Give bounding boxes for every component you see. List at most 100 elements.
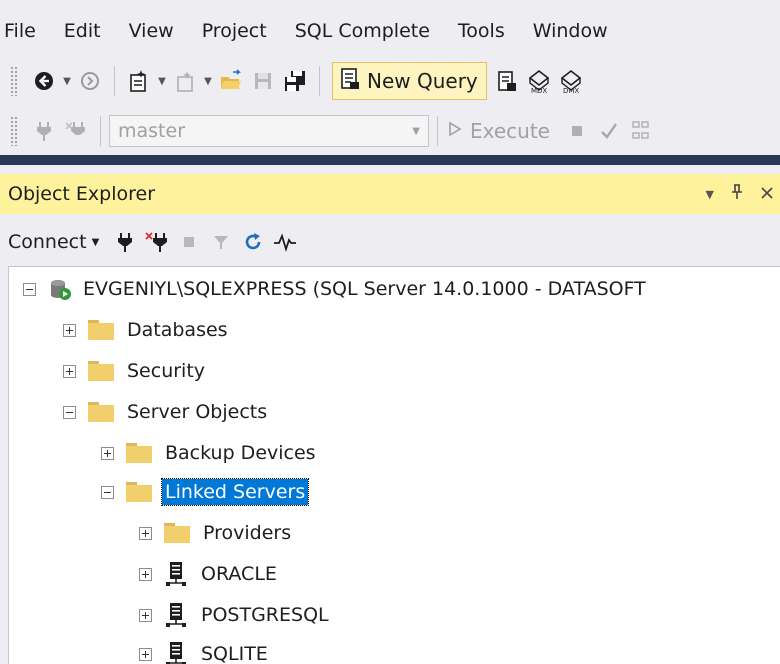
- menu-view[interactable]: View: [115, 11, 188, 51]
- expand-icon[interactable]: [63, 364, 76, 378]
- tree-node-sqlite[interactable]: SQLITE: [139, 637, 271, 664]
- tree-node-server[interactable]: EVGENIYL\SQLEXPRESS (SQL Server 14.0.100…: [23, 272, 649, 306]
- tree-node-oracle[interactable]: ORACLE: [139, 557, 280, 591]
- postgresql-label: POSTGRESQL: [201, 604, 329, 626]
- menu-bar: File Edit View Project SQL Complete Tool…: [0, 0, 780, 62]
- panel-controls: ▼: [706, 183, 774, 206]
- add-item-dropdown-icon[interactable]: ▼: [201, 68, 215, 94]
- tree-node-linked-servers[interactable]: Linked Servers: [101, 475, 310, 509]
- folder-icon: [126, 443, 152, 463]
- svg-text:DMX: DMX: [563, 87, 579, 94]
- providers-label: Providers: [203, 522, 292, 544]
- disconnect-icon[interactable]: [144, 229, 170, 255]
- menu-tools[interactable]: Tools: [444, 11, 519, 51]
- tree-node-providers[interactable]: Providers: [139, 516, 294, 550]
- expand-icon[interactable]: [139, 647, 152, 661]
- tree-node-postgresql[interactable]: POSTGRESQL: [139, 598, 332, 632]
- collapse-icon[interactable]: [101, 485, 114, 499]
- tree-node-security[interactable]: Security: [63, 354, 208, 388]
- menu-edit[interactable]: Edit: [50, 11, 115, 51]
- execute-label: Execute: [470, 119, 550, 143]
- back-dropdown-icon[interactable]: ▼: [60, 68, 74, 94]
- sqlite-label: SQLITE: [201, 643, 268, 664]
- folder-icon: [88, 320, 114, 340]
- expand-icon[interactable]: [63, 323, 76, 337]
- expand-icon[interactable]: [139, 567, 152, 581]
- collapse-icon[interactable]: [63, 405, 76, 419]
- backup-devices-label: Backup Devices: [165, 442, 316, 464]
- connect-label: Connect: [8, 231, 87, 253]
- toolbar-separator: [437, 116, 438, 146]
- svg-text:MDX: MDX: [531, 87, 547, 94]
- menu-sql-complete[interactable]: SQL Complete: [281, 11, 444, 51]
- play-icon: [448, 120, 462, 142]
- menu-window[interactable]: Window: [519, 11, 622, 51]
- available-databases-select[interactable]: master ▼: [109, 115, 429, 147]
- mdx-query-icon[interactable]: MDX: [526, 68, 552, 94]
- object-explorer-tree: EVGENIYL\SQLEXPRESS (SQL Server 14.0.100…: [8, 266, 780, 664]
- new-query-icon: [339, 67, 361, 96]
- expand-icon[interactable]: [139, 608, 152, 622]
- add-item-icon[interactable]: [172, 68, 198, 94]
- toolbar-separator: [114, 66, 115, 96]
- new-query-button[interactable]: New Query: [332, 62, 487, 100]
- linked-server-icon: [164, 561, 188, 587]
- parse-check-icon[interactable]: [596, 118, 622, 144]
- change-connection-icon[interactable]: [63, 118, 89, 144]
- new-project-dropdown-icon[interactable]: ▼: [155, 68, 169, 94]
- menu-project[interactable]: Project: [188, 11, 281, 51]
- toolbar-separator: [100, 116, 101, 146]
- dmx-query-icon[interactable]: DMX: [558, 68, 584, 94]
- stop-icon[interactable]: [176, 229, 202, 255]
- back-icon[interactable]: [31, 68, 57, 94]
- toolbar-separator: [319, 66, 320, 96]
- expand-icon[interactable]: [139, 526, 152, 540]
- refresh-icon[interactable]: [240, 229, 266, 255]
- toolbar-grip[interactable]: [10, 116, 18, 146]
- pin-icon[interactable]: [730, 183, 744, 206]
- panel-title: Object Explorer: [8, 183, 156, 205]
- new-query-label: New Query: [367, 69, 478, 93]
- chevron-down-icon: ▼: [91, 236, 100, 248]
- database-engine-query-icon[interactable]: [494, 68, 520, 94]
- connect-plug-icon[interactable]: [31, 118, 57, 144]
- connect-button[interactable]: Connect ▼: [8, 231, 99, 253]
- save-icon[interactable]: [250, 68, 276, 94]
- forward-icon[interactable]: [77, 68, 103, 94]
- tree-node-server-objects[interactable]: Server Objects: [63, 395, 270, 429]
- object-explorer-title-bar[interactable]: Object Explorer ▼: [0, 174, 780, 214]
- tree-node-databases[interactable]: Databases: [63, 313, 231, 347]
- tree-node-backup-devices[interactable]: Backup Devices: [101, 436, 319, 470]
- filter-icon[interactable]: [208, 229, 234, 255]
- menu-file[interactable]: File: [0, 11, 50, 51]
- linked-server-icon: [164, 602, 188, 628]
- server-node-label: EVGENIYL\SQLEXPRESS (SQL Server 14.0.100…: [83, 278, 646, 300]
- connect-object-explorer-icon[interactable]: [112, 229, 138, 255]
- folder-icon: [88, 361, 114, 381]
- display-plan-icon[interactable]: [628, 118, 654, 144]
- toolbar-grip[interactable]: [10, 66, 18, 96]
- stop-icon[interactable]: [564, 118, 590, 144]
- save-all-icon[interactable]: [282, 68, 308, 94]
- databases-label: Databases: [127, 319, 228, 341]
- linked-servers-label: Linked Servers: [160, 478, 310, 506]
- collapse-icon[interactable]: [23, 282, 36, 296]
- close-icon[interactable]: [760, 183, 774, 205]
- open-file-icon[interactable]: [218, 68, 244, 94]
- document-well-border: [0, 155, 780, 165]
- security-label: Security: [127, 360, 206, 382]
- folder-icon: [88, 402, 114, 422]
- execute-button[interactable]: Execute: [448, 119, 550, 143]
- window-position-icon[interactable]: ▼: [706, 188, 714, 201]
- sql-editor-toolbar: master ▼ Execute: [0, 108, 780, 154]
- expand-icon[interactable]: [101, 446, 114, 460]
- folder-icon: [126, 482, 152, 502]
- server-connected-icon: [48, 277, 72, 301]
- folder-icon: [164, 523, 190, 543]
- database-value: master: [118, 120, 186, 142]
- activity-monitor-icon[interactable]: [272, 229, 298, 255]
- new-project-icon[interactable]: [126, 68, 152, 94]
- server-objects-label: Server Objects: [127, 401, 268, 423]
- chevron-down-icon: ▼: [412, 125, 420, 137]
- object-explorer-toolbar: Connect ▼: [0, 220, 780, 264]
